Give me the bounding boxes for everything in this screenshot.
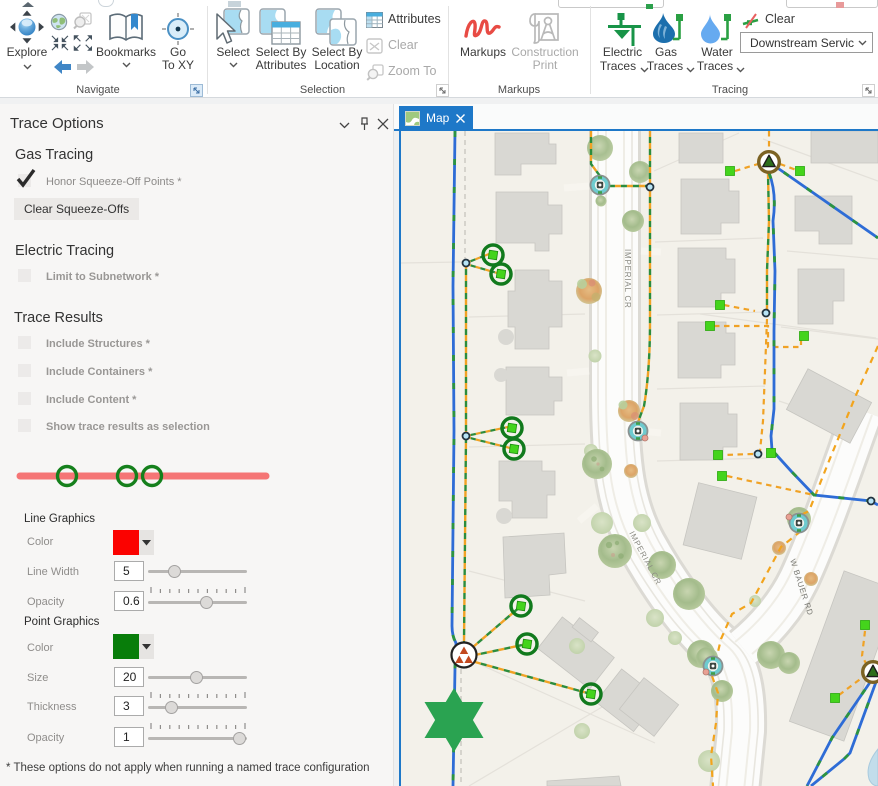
svg-text:IMPERIAL CR: IMPERIAL CR <box>623 249 632 309</box>
